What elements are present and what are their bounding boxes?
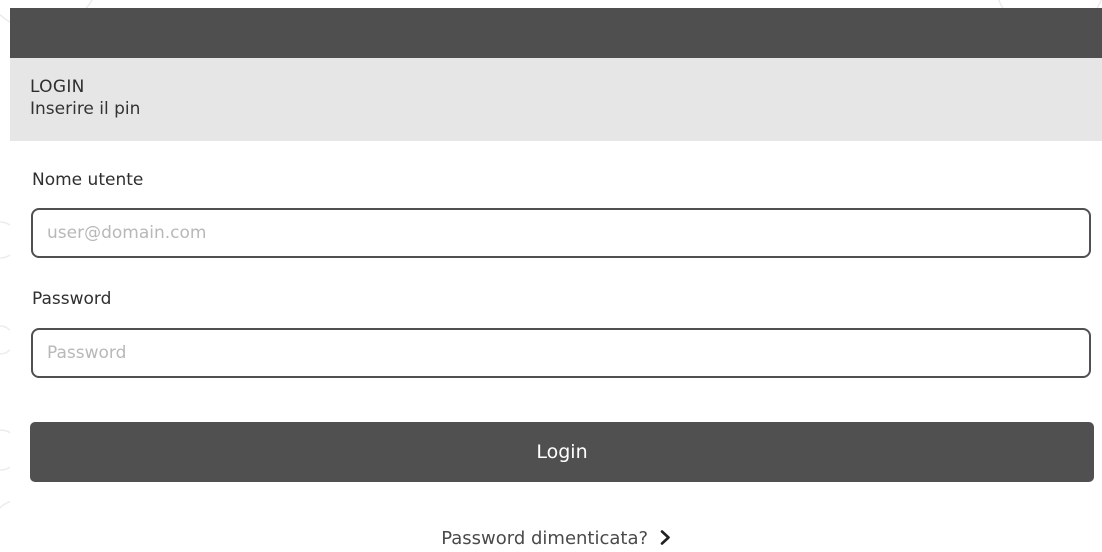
- password-input[interactable]: [31, 328, 1091, 378]
- username-label: Nome utente: [32, 170, 144, 190]
- modal-subtitle: Inserire il pin: [30, 99, 141, 119]
- login-modal: LOGIN Inserire il pin Nome utente Passwo…: [10, 8, 1102, 552]
- modal-header: LOGIN Inserire il pin: [10, 58, 1102, 141]
- modal-title: LOGIN: [30, 77, 85, 97]
- login-page: LOGIN Inserire il pin Nome utente Passwo…: [0, 0, 1102, 552]
- login-button[interactable]: Login: [30, 422, 1094, 482]
- modal-top-bar: [10, 8, 1102, 58]
- forgot-password-label: Password dimenticata?: [441, 528, 649, 549]
- username-input[interactable]: [31, 208, 1091, 258]
- forgot-password-link[interactable]: Password dimenticata?: [10, 528, 1102, 550]
- password-label: Password: [32, 289, 112, 309]
- chevron-right-icon: [660, 529, 671, 550]
